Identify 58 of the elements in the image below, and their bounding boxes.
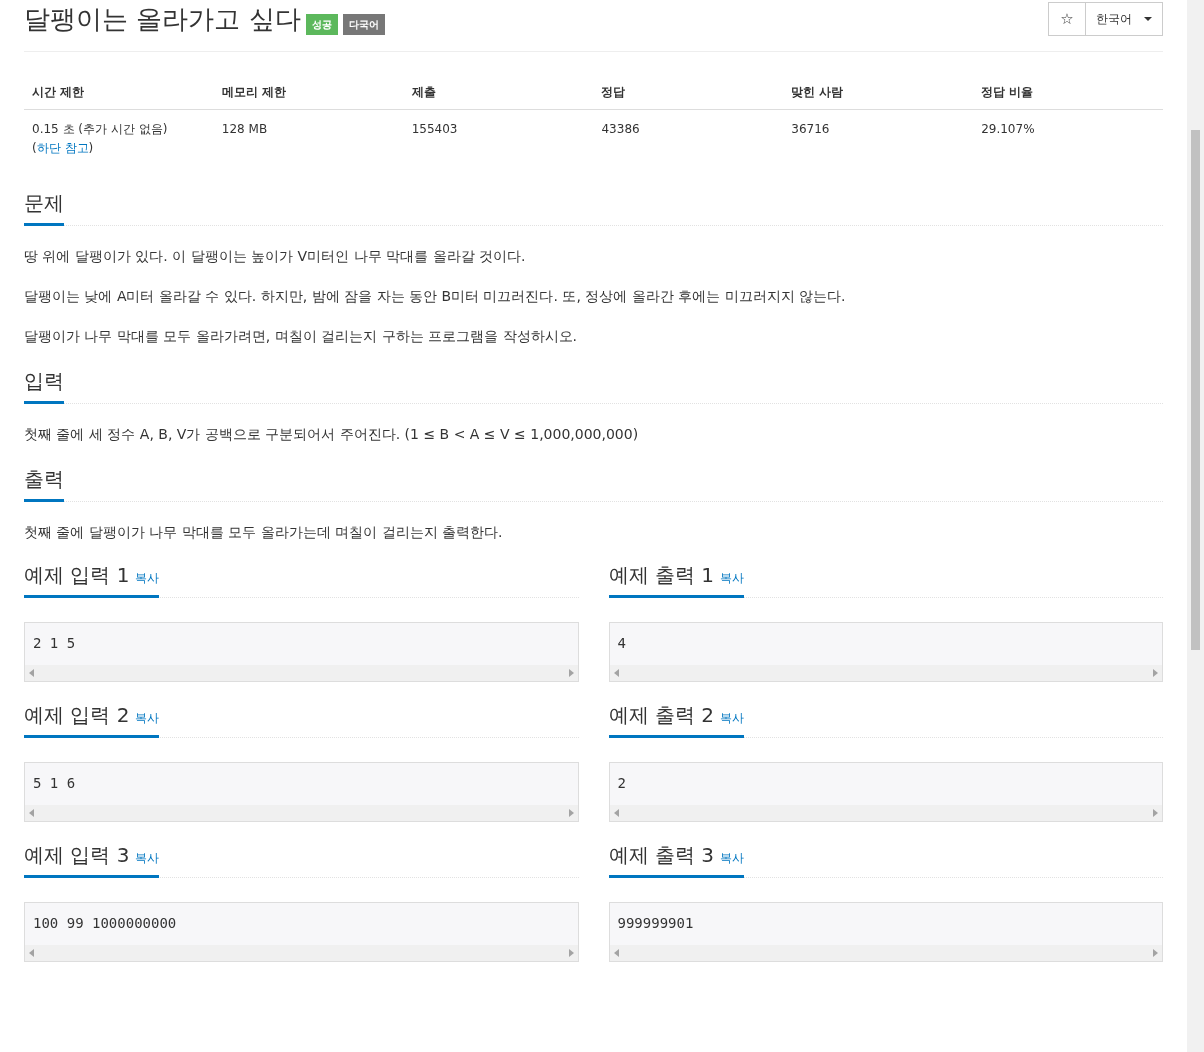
column-header: 정답 xyxy=(593,76,784,110)
copy-link[interactable]: 복사 xyxy=(719,711,744,725)
scroll-left-icon[interactable] xyxy=(29,949,34,957)
caret-icon xyxy=(1144,17,1152,21)
sample-text: 100 99 1000000000 xyxy=(32,914,178,933)
copy-link[interactable]: 복사 xyxy=(135,571,160,585)
sample-heading: 예제 입력 1 복사 xyxy=(24,562,160,598)
copy-link[interactable]: 복사 xyxy=(719,851,744,865)
table-cell: 0.15 초 (추가 시간 없음) (하단 참고) xyxy=(24,109,214,168)
column-header: 메모리 제한 xyxy=(213,76,404,110)
paragraph: 달팽이가 나무 막대를 모두 올라가려면, 며칠이 걸리는지 구하는 프로그램을 작성하시오. xyxy=(24,327,578,346)
status-badge: 성공 xyxy=(305,14,338,35)
scroll-right-icon[interactable] xyxy=(568,669,574,677)
status-badge: 다국어 xyxy=(342,14,385,35)
sample-heading: 예제 출력 1 복사 xyxy=(608,562,744,598)
scroll-left-icon[interactable] xyxy=(29,809,34,817)
sample-text: 2 1 5 xyxy=(32,634,77,653)
scroll-right-icon[interactable] xyxy=(568,949,574,957)
sample-text: 4 xyxy=(616,634,627,653)
scroll-left-icon[interactable] xyxy=(613,809,619,817)
section-heading: 출력 xyxy=(24,466,64,502)
column-header: 정답 비율 xyxy=(973,76,1163,110)
table-cell: 36716 xyxy=(783,109,974,168)
scroll-right-icon[interactable] xyxy=(1153,949,1158,957)
section-heading: 문제 xyxy=(24,190,64,226)
scroll-right-icon[interactable] xyxy=(1153,809,1158,817)
column-header: 시간 제한 xyxy=(24,76,214,110)
page-scrollbar[interactable] xyxy=(1187,0,1204,1052)
sample-heading: 예제 출력 3 복사 xyxy=(608,842,744,878)
paragraph: 첫째 줄에 세 정수 A, B, V가 공백으로 구분되어서 주어진다. (1 ≤ B < A ≤ V ≤ 1,000,000,000) xyxy=(24,425,640,444)
language-dropdown[interactable]: 한국어 xyxy=(1086,2,1163,36)
section-heading: 입력 xyxy=(24,368,64,404)
sample-heading: 예제 입력 3 복사 xyxy=(24,842,160,878)
scroll-right-icon[interactable] xyxy=(568,809,574,817)
table-cell: 29.107% xyxy=(973,109,1163,168)
column-header: 맞힌 사람 xyxy=(783,76,974,110)
copy-link[interactable]: 복사 xyxy=(719,571,744,585)
table-cell: 128 MB xyxy=(213,109,404,168)
copy-link[interactable]: 복사 xyxy=(135,851,160,865)
scroll-left-icon[interactable] xyxy=(613,669,619,677)
sample-text: 2 xyxy=(616,774,627,793)
paragraph: 땅 위에 달팽이가 있다. 이 달팽이는 높이가 V미터인 나무 막대를 올라갈 것이다. xyxy=(24,247,527,266)
star-button[interactable]: ☆ xyxy=(1048,2,1086,36)
column-header: 제출 xyxy=(403,76,594,110)
sample-text: 5 1 6 xyxy=(32,774,77,793)
table-cell: 155403 xyxy=(403,109,594,168)
paragraph: 달팽이는 낮에 A미터 올라갈 수 있다. 하지만, 밤에 잠을 자는 동안 B미터 미끄러진다. 또, 정상에 올라간 후에는 미끄러지지 않는다. xyxy=(24,287,847,306)
paragraph: 첫째 줄에 달팽이가 나무 막대를 모두 올라가는데 며칠이 걸리는지 출력한다. xyxy=(24,523,504,542)
footnote-link[interactable]: 하단 참고 xyxy=(36,141,89,155)
copy-link[interactable]: 복사 xyxy=(135,711,160,725)
sample-text: 999999901 xyxy=(616,914,695,933)
problem-title: 달팽이는 올라가고 싶다 xyxy=(24,3,301,36)
sample-heading: 예제 입력 2 복사 xyxy=(24,702,160,738)
table-cell: 43386 xyxy=(593,109,784,168)
scroll-left-icon[interactable] xyxy=(29,669,34,677)
scroll-left-icon[interactable] xyxy=(613,949,619,957)
scroll-right-icon[interactable] xyxy=(1153,669,1158,677)
sample-heading: 예제 출력 2 복사 xyxy=(608,702,744,738)
